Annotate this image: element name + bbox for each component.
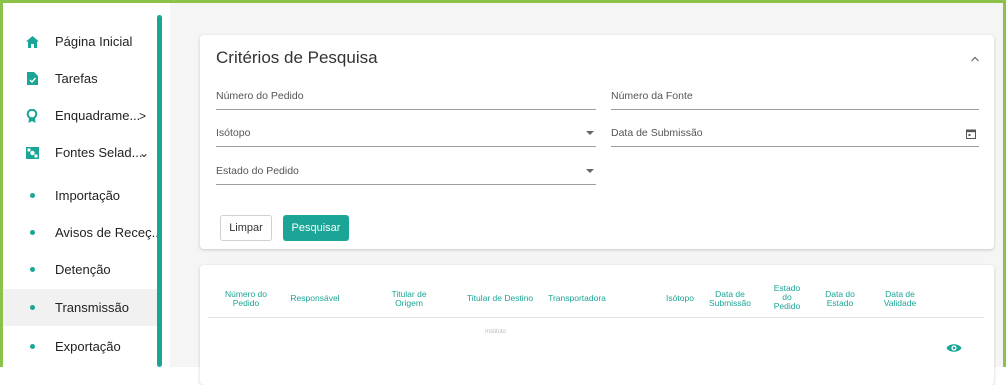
dot-icon bbox=[25, 301, 39, 315]
sidebar-item-label: Exportação bbox=[55, 339, 121, 354]
view-details-button[interactable] bbox=[946, 341, 962, 353]
sidebar-item-label: Importação bbox=[55, 188, 121, 203]
sidebar-item-importacao[interactable]: Importação bbox=[3, 177, 157, 214]
sidebar-item-label: Detenção bbox=[55, 262, 111, 277]
isotope-label: Isótopo bbox=[216, 127, 251, 139]
chevron-down-icon: ⌄ bbox=[139, 145, 150, 160]
truncated-cell-text: Instituto bbox=[485, 329, 507, 335]
search-criteria-card: Critérios de Pesquisa Número do Pedido N… bbox=[200, 35, 994, 249]
dropdown-arrow-icon bbox=[586, 169, 594, 173]
sidebar-item-exportacao[interactable]: Exportação bbox=[3, 328, 157, 365]
chevron-right-icon: > bbox=[139, 108, 147, 123]
table-header-divider bbox=[208, 317, 984, 318]
source-number-field[interactable]: Número da Fonte bbox=[611, 88, 979, 110]
radiation-source-icon bbox=[25, 146, 39, 160]
column-header-order-state[interactable]: Estado do Pedido bbox=[772, 284, 802, 311]
source-number-label: Número da Fonte bbox=[611, 90, 693, 102]
sidebar-item-detencao[interactable]: Detenção bbox=[3, 251, 157, 288]
chevron-up-icon bbox=[971, 56, 979, 62]
order-number-field[interactable]: Número do Pedido bbox=[216, 88, 596, 110]
sidebar-item-enquadramento[interactable]: Enquadrame... > bbox=[3, 97, 157, 134]
dot-icon bbox=[25, 263, 39, 277]
column-header-submission-date[interactable]: Data de Submissão bbox=[704, 290, 756, 308]
clear-button[interactable]: Limpar bbox=[220, 215, 272, 241]
home-icon bbox=[25, 35, 39, 49]
dot-icon bbox=[25, 226, 39, 240]
column-header-responsible[interactable]: Responsável bbox=[285, 294, 345, 303]
column-header-order-number[interactable]: Número do Pedido bbox=[220, 290, 272, 308]
sidebar-item-label: Enquadrame... bbox=[55, 108, 141, 123]
column-header-origin-holder[interactable]: Titular de Origem bbox=[387, 290, 431, 308]
sidebar-item-home[interactable]: Página Inicial bbox=[3, 23, 157, 60]
sidebar-scroll-indicator bbox=[157, 15, 162, 367]
main-content: Critérios de Pesquisa Número do Pedido N… bbox=[170, 3, 1003, 385]
sidebar-item-label: Página Inicial bbox=[55, 34, 133, 49]
sidebar-item-avisos[interactable]: Avisos de Receç... bbox=[3, 214, 162, 251]
dot-icon bbox=[25, 340, 39, 354]
results-table-card: Número do Pedido Responsável Titular de … bbox=[200, 265, 994, 385]
sidebar-item-label: Avisos de Receç... bbox=[55, 225, 163, 240]
sidebar-item-tasks[interactable]: Tarefas bbox=[3, 60, 157, 97]
sidebar-item-fontes-seladas[interactable]: Fontes Selad... ⌄ bbox=[3, 134, 157, 171]
column-header-validity-date[interactable]: Data de Validade bbox=[876, 290, 924, 308]
dot-icon bbox=[25, 189, 39, 203]
eye-icon bbox=[946, 344, 962, 352]
search-button[interactable]: Pesquisar bbox=[283, 215, 349, 241]
sidebar-item-label: Transmissão bbox=[55, 300, 129, 315]
search-criteria-title: Critérios de Pesquisa bbox=[216, 48, 378, 67]
column-header-carrier[interactable]: Transportadora bbox=[542, 294, 612, 303]
sidebar-item-label: Tarefas bbox=[55, 71, 98, 86]
calendar-icon[interactable] bbox=[965, 127, 977, 139]
column-header-state-date[interactable]: Data do Estado bbox=[820, 290, 860, 308]
column-header-destination-holder[interactable]: Titular de Destino bbox=[462, 294, 538, 303]
collapse-button[interactable] bbox=[968, 52, 982, 66]
sidebar-item-transmissao[interactable]: Transmissão bbox=[3, 289, 157, 326]
column-header-isotope[interactable]: Isótopo bbox=[658, 294, 702, 303]
dropdown-arrow-icon bbox=[586, 131, 594, 135]
isotope-select[interactable]: Isótopo bbox=[216, 125, 596, 147]
sidebar-item-label: Fontes Selad... bbox=[55, 145, 143, 160]
submission-date-field[interactable]: Data de Submissão bbox=[611, 125, 979, 147]
order-state-label: Estado do Pedido bbox=[216, 165, 299, 177]
task-icon bbox=[25, 72, 39, 86]
badge-icon bbox=[25, 108, 39, 123]
submission-date-label: Data de Submissão bbox=[611, 127, 703, 139]
order-number-label: Número do Pedido bbox=[216, 90, 304, 102]
sidebar: Página Inicial Tarefas Enquadrame... > F… bbox=[3, 3, 162, 367]
order-state-select[interactable]: Estado do Pedido bbox=[216, 163, 596, 185]
